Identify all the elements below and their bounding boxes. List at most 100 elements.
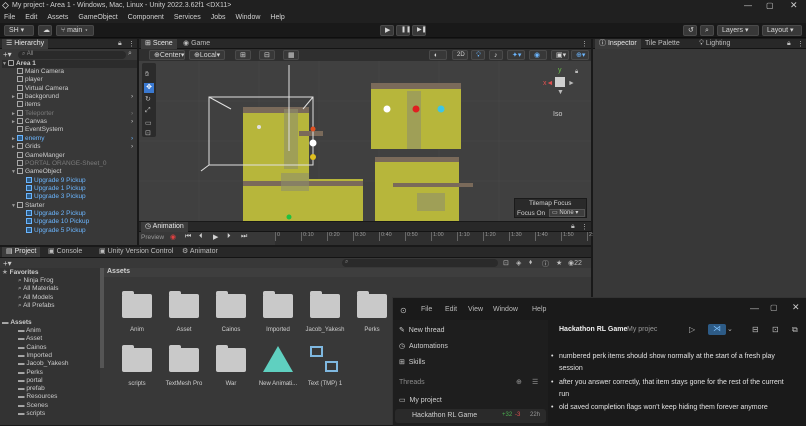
last-key-icon[interactable]: ⏭ (241, 233, 247, 241)
tree-folder-item[interactable]: ▬ prefab (18, 385, 45, 393)
menu-item[interactable]: Jobs (211, 12, 226, 23)
shading-icon[interactable]: ◐ (429, 50, 447, 60)
hierarchy-item[interactable]: Upgrade 2 Pickup (20, 209, 86, 218)
hierarchy-item[interactable]: Virtual Camera (11, 84, 68, 93)
orientation-gizmo[interactable]: y x◄ ► ▼ Iso 🔒︎ (541, 67, 581, 119)
hierarchy-item[interactable]: Upgrade 1 Pickup (20, 184, 86, 193)
diff-icon[interactable]: ⧉ (792, 325, 798, 335)
scale-tool-icon[interactable]: ⤢ (145, 107, 151, 115)
tab-console[interactable]: ▣ Console (44, 247, 86, 257)
2d-toggle[interactable]: 2D (452, 50, 468, 60)
hierarchy-item[interactable]: Upgrade 5 Pickup (20, 226, 86, 235)
vscode-icon[interactable]: ⋊ (708, 324, 726, 335)
search-icon[interactable]: ⌕ (700, 25, 714, 36)
chevron-down-icon[interactable]: ⌄ (727, 325, 733, 333)
lock-icon[interactable]: 🔒︎ (787, 40, 791, 48)
favorite-item[interactable]: ⌕ All Prefabs (18, 302, 55, 310)
tab-game[interactable]: ◉ Game (179, 39, 214, 49)
transform-tool-icon[interactable]: ⊡ (145, 129, 151, 137)
hierarchy-item[interactable]: ► enemy › (11, 134, 133, 143)
type-filter-icon[interactable]: ◈ (516, 259, 521, 267)
visibility-icon[interactable]: ◉22 (568, 259, 582, 267)
space-dropdown[interactable]: ⊕Local▾ (189, 50, 225, 60)
layout-dropdown[interactable]: Layout ▾ (762, 25, 802, 36)
hidden-objects-icon[interactable]: ◉ (529, 50, 547, 60)
terminal-icon[interactable]: ⊟ (752, 325, 759, 334)
gizmo-lock-icon[interactable]: 🔒︎ (575, 69, 578, 76)
favorite-item[interactable]: ⌕ All Materials (18, 285, 59, 293)
hierarchy-item[interactable]: PORTAL ORANGE-Sheet_0 (11, 159, 107, 168)
tree-folder-item[interactable]: ▬ Imported (18, 352, 52, 360)
filter-icon[interactable]: ⌕ (128, 50, 132, 58)
tab-project[interactable]: ▤ Project (2, 247, 41, 257)
menu-item[interactable]: Component (128, 12, 164, 23)
focus-on-dropdown[interactable]: ▭ None ▾ (549, 209, 585, 217)
tab-hierarchy[interactable]: ☰ Hierarchy (2, 39, 49, 49)
new-folder-icon[interactable]: ⊕ (516, 378, 522, 386)
scene-filter-icon[interactable]: ⊡ (503, 259, 509, 267)
tab-inspector[interactable]: ⓘ Inspector (595, 39, 641, 49)
menu-item[interactable]: Assets (47, 12, 68, 23)
prev-key-icon[interactable]: ⏴ (199, 233, 203, 241)
menu-item[interactable]: Help (270, 12, 284, 23)
assets-root-row[interactable]: ▬ Assets (2, 319, 32, 327)
tree-folder-item[interactable]: ▬ Perks (18, 369, 43, 377)
hierarchy-item[interactable]: ► Teleporter › (11, 109, 133, 118)
more-icon[interactable]: ⋮ (797, 40, 804, 48)
folder-icon[interactable] (122, 345, 152, 372)
favorite-item[interactable]: ⌕ Ninja Frog (18, 277, 53, 285)
label-filter-icon[interactable]: ⬧ (529, 259, 532, 267)
folder-icon[interactable] (357, 291, 387, 318)
automations-button[interactable]: ◷ Automations (399, 342, 448, 350)
create-icon[interactable]: +▾ (3, 259, 12, 268)
prefab-open-icon[interactable]: › (131, 110, 133, 118)
more-icon[interactable]: ⋮ (581, 223, 588, 231)
tab-version-control[interactable]: ▣ Unity Version Control (95, 247, 177, 257)
close-icon[interactable]: ✕ (790, 0, 798, 11)
codex-menu-item[interactable]: Edit (445, 306, 457, 313)
prefab-open-icon[interactable]: › (131, 118, 133, 126)
run-icon[interactable]: ▷ (689, 325, 695, 334)
tab-animator[interactable]: ⚙ Animator (178, 247, 222, 257)
new-thread-button[interactable]: ✎ New thread (399, 326, 445, 334)
tree-folder-item[interactable]: ▬ Anim (18, 327, 41, 335)
skills-button[interactable]: ⊞ Skills (399, 358, 425, 366)
folder-icon[interactable] (169, 345, 199, 372)
grid-icon[interactable]: ▦ (283, 50, 299, 60)
hierarchy-item[interactable]: ► backgorund › (11, 93, 133, 101)
hierarchy-item[interactable]: Upgrade 9 Pickup (20, 176, 86, 185)
hierarchy-item[interactable]: EventSystem (11, 126, 63, 134)
tree-folder-item[interactable]: ▬ Asset (18, 335, 42, 343)
branch-button[interactable]: ⑂ main ▾ (56, 25, 94, 36)
tree-folder-item[interactable]: ▬ Cainos (18, 344, 47, 352)
tree-folder-item[interactable]: ▬ Scenes (18, 402, 48, 410)
layers-dropdown[interactable]: Layers ▾ (717, 25, 759, 36)
tab-scene[interactable]: ⊞ Scene (141, 39, 177, 49)
folder-icon[interactable] (216, 291, 246, 318)
tree-scrollbar[interactable] (100, 268, 104, 368)
lock-icon[interactable]: 🔒︎ (118, 40, 122, 48)
hierarchy-item[interactable]: ► Grids › (11, 143, 133, 151)
grid-snap-icon[interactable]: ⊞ (235, 50, 251, 60)
hierarchy-item[interactable]: player (11, 76, 43, 84)
rotate-tool-icon[interactable]: ↻ (145, 95, 151, 103)
menu-item[interactable]: Services (174, 12, 201, 23)
pause-button[interactable]: ❚❚ (396, 25, 411, 36)
scene-row[interactable]: ▼ Area 1 (2, 60, 137, 68)
play-anim-icon[interactable]: ▶ (213, 233, 218, 241)
menu-item[interactable]: Window (236, 12, 261, 23)
codex-menu-item[interactable]: Window (493, 306, 518, 313)
gizmos-icon[interactable]: ⊕▾ (571, 50, 589, 60)
add-icon[interactable]: +▾ (3, 50, 12, 59)
folder-icon[interactable] (216, 345, 246, 372)
favorite-item[interactable]: ⌕ All Models (18, 294, 53, 302)
history-icon[interactable]: ↺ (683, 25, 697, 36)
snap-increment-icon[interactable]: ⊟ (259, 50, 275, 60)
codex-menu-item[interactable]: Help (532, 306, 546, 313)
hierarchy-item[interactable]: ► Canvas › (11, 118, 133, 126)
maximize-icon[interactable]: ▢ (770, 303, 778, 312)
tree-folder-item[interactable]: ▬ scripts (18, 410, 45, 418)
hierarchy-item[interactable]: GameManger (11, 151, 65, 160)
play-button[interactable]: ▶ (380, 25, 394, 36)
hand-tool-icon[interactable]: ✋︎ (145, 71, 149, 79)
